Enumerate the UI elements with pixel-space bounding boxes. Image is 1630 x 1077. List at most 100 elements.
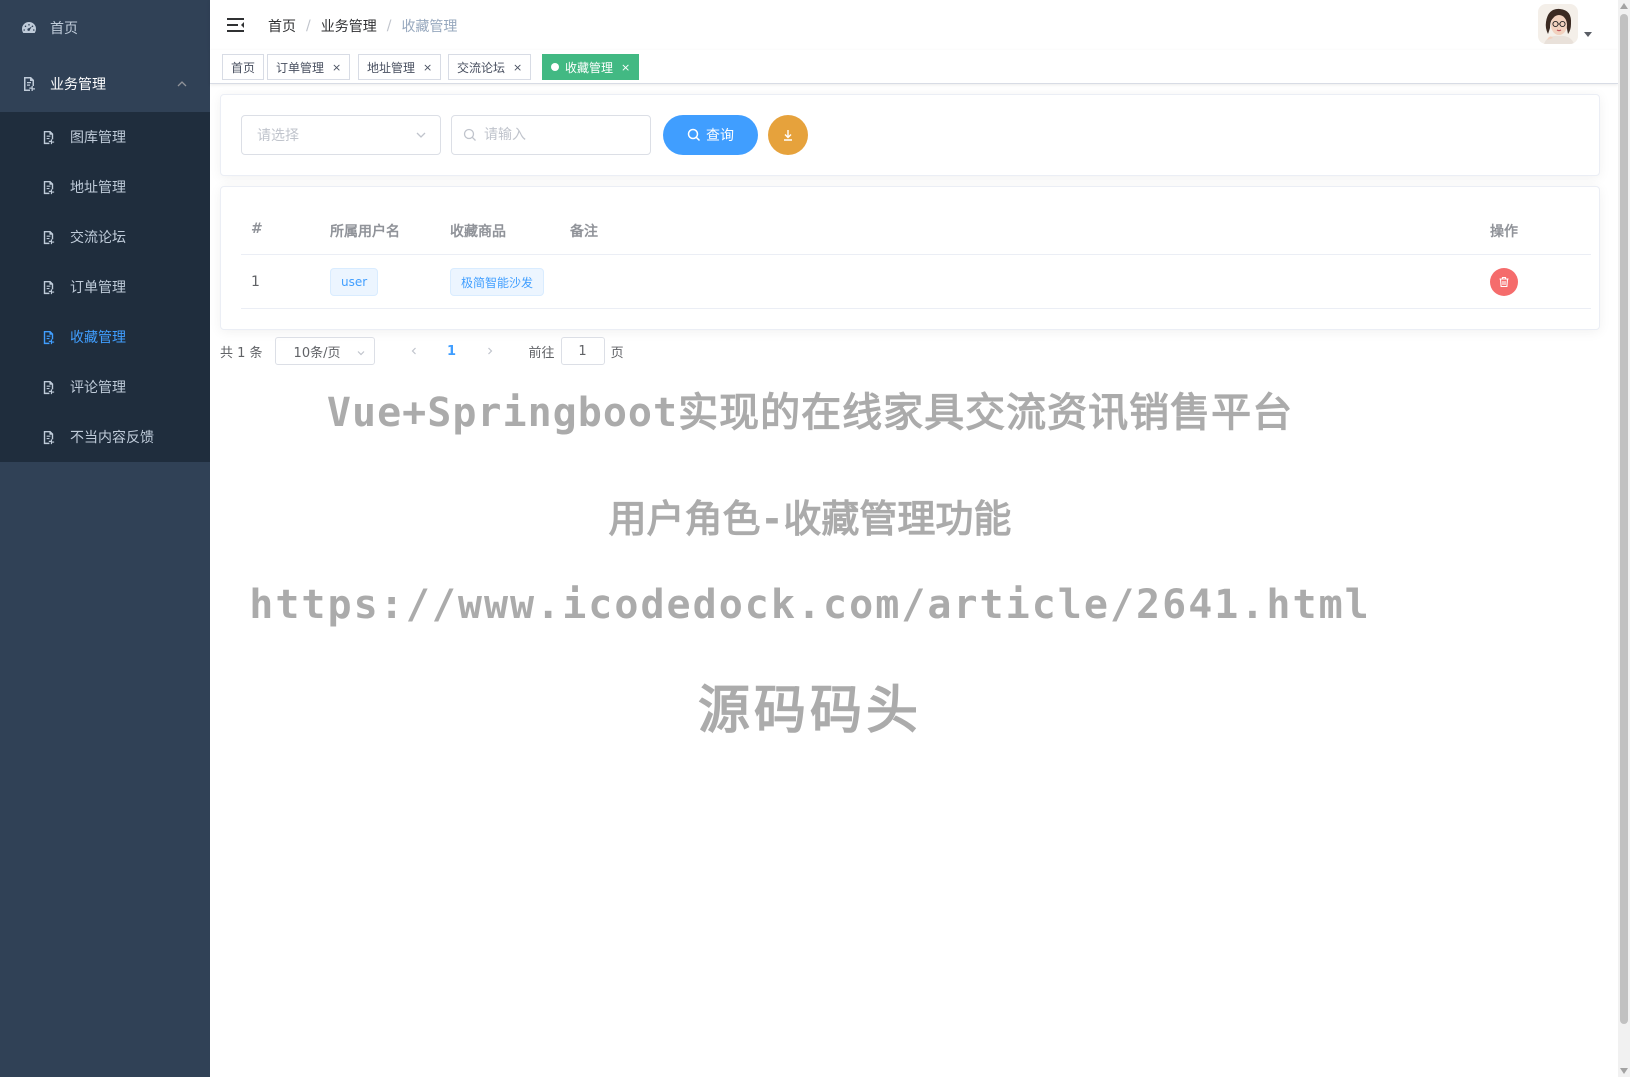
tag-address[interactable]: 地址管理 ×	[358, 54, 442, 80]
sidebar-item-label: 不当内容反馈	[70, 430, 154, 446]
search-input[interactable]	[451, 115, 651, 155]
watermark-brand: 源码码头	[697, 681, 922, 741]
tags-view: 首页 订单管理 × 地址管理 × 交流论坛 × 收藏管理 ×	[210, 50, 1618, 84]
sidebar-item-comments[interactable]: 评论管理	[0, 362, 210, 412]
tag-forum[interactable]: 交流论坛 ×	[448, 54, 532, 80]
chevron-right-icon	[487, 347, 492, 355]
sidebar-item-label: 地址管理	[70, 180, 126, 196]
document-icon	[40, 179, 56, 195]
chevron-down-icon	[356, 347, 366, 362]
tag-favorites[interactable]: 收藏管理 ×	[542, 54, 640, 80]
download-button[interactable]	[768, 115, 808, 155]
goto-page-input[interactable]	[560, 337, 605, 365]
breadcrumb-home[interactable]: 首页	[268, 16, 296, 36]
download-icon	[784, 130, 792, 141]
tag-label: 交流论坛	[457, 60, 506, 75]
chevron-down-icon	[414, 128, 428, 146]
prev-page-button[interactable]	[399, 337, 429, 365]
navbar: 首页 / 业务管理 / 收藏管理	[210, 0, 1618, 50]
sidebar-item-label: 交流论坛	[70, 230, 126, 246]
sidebar-item-favorites[interactable]: 收藏管理	[0, 312, 210, 362]
sidebar-item-label: 图库管理	[70, 130, 126, 146]
active-dot-icon	[551, 63, 559, 71]
pagination: 共 1 条 10条/页 1 前往 页	[220, 336, 624, 366]
dashboard-icon	[20, 19, 38, 37]
next-page-button[interactable]	[475, 337, 505, 365]
close-icon[interactable]: ×	[332, 61, 341, 74]
tag-label: 地址管理	[367, 60, 416, 75]
chevron-left-icon	[411, 347, 416, 355]
search-icon	[463, 128, 477, 142]
submenu-business: 图库管理 地址管理 交流论坛 订单管理 收藏管理 评论管理 不当内容反馈	[0, 112, 210, 462]
query-button[interactable]: 查询	[663, 115, 758, 155]
sidebar-item-feedback[interactable]: 不当内容反馈	[0, 412, 210, 462]
username-tag: user	[330, 268, 379, 296]
scroll-thumb[interactable]	[1620, 14, 1628, 1024]
select-placeholder: 请选择	[257, 128, 299, 144]
goto-prefix: 前往	[528, 345, 555, 361]
table-card: # 所属用户名 收藏商品 备注 操作 1 user 极简智能沙发	[220, 186, 1600, 330]
sidebar-group-label: 业务管理	[50, 77, 106, 93]
column-header-index: #	[251, 221, 263, 237]
watermark-url: https://www.icodedock.com/article/2641.h…	[249, 582, 1371, 628]
column-header-actions: 操作	[1490, 224, 1518, 240]
sidebar-item-label: 收藏管理	[70, 330, 126, 346]
sidebar-group-business[interactable]: 业务管理	[0, 56, 210, 112]
sidebar-item-label: 订单管理	[70, 280, 126, 296]
query-label: 查询	[706, 128, 734, 144]
breadcrumb-separator: /	[306, 18, 311, 34]
sidebar-item-label: 首页	[50, 21, 78, 37]
scrollbar[interactable]	[1618, 0, 1630, 1077]
tag-orders[interactable]: 订单管理 ×	[267, 54, 351, 80]
page-size-select[interactable]: 10条/页	[274, 337, 375, 365]
scroll-up-icon[interactable]	[1620, 3, 1628, 9]
scroll-down-icon[interactable]	[1620, 1068, 1628, 1074]
goto-suffix: 页	[610, 345, 624, 361]
header-divider	[241, 254, 1591, 255]
sidebar-item-orders[interactable]: 订单管理	[0, 262, 210, 312]
sidebar: 首页 业务管理 图库管理 地址管理 交流论坛 订单管理 收藏管理 评论管理 不当…	[0, 0, 210, 1077]
page-jumper: 前往 页	[529, 337, 624, 365]
breadcrumb-separator: /	[386, 18, 392, 34]
page-size-value: 10条/页	[293, 345, 341, 361]
product-tag: 极简智能沙发	[450, 268, 545, 296]
sidebar-item-home[interactable]: 首页	[0, 0, 210, 56]
user-select[interactable]: 请选择	[241, 115, 441, 155]
caret-down-icon[interactable]	[1584, 32, 1592, 37]
breadcrumb: 首页 / 业务管理 / 收藏管理	[268, 16, 457, 36]
breadcrumb-business[interactable]: 业务管理	[321, 16, 377, 36]
tag-label: 首页	[231, 60, 256, 75]
sidebar-item-forum[interactable]: 交流论坛	[0, 212, 210, 262]
column-header-remark: 备注	[570, 224, 598, 240]
tag-label: 订单管理	[276, 60, 325, 75]
delete-button[interactable]	[1490, 268, 1518, 296]
avatar[interactable]	[1538, 4, 1578, 44]
cell-index: 1	[251, 274, 260, 290]
tag-label: 收藏管理	[565, 60, 614, 75]
sidebar-item-label: 评论管理	[70, 380, 126, 396]
document-icon	[40, 379, 56, 395]
chevron-up-icon	[176, 78, 188, 94]
tag-home[interactable]: 首页	[222, 54, 265, 80]
trash-icon	[1499, 276, 1509, 288]
close-icon[interactable]: ×	[621, 61, 630, 74]
column-header-username: 所属用户名	[330, 224, 400, 240]
filter-card: 请选择 查询	[220, 94, 1600, 176]
row-divider	[241, 308, 1591, 309]
document-icon	[20, 75, 38, 93]
close-icon[interactable]: ×	[513, 61, 522, 74]
hamburger-icon[interactable]	[226, 15, 246, 35]
sidebar-item-address[interactable]: 地址管理	[0, 162, 210, 212]
document-icon	[40, 129, 56, 145]
breadcrumb-current: 收藏管理	[401, 19, 458, 35]
sidebar-item-gallery[interactable]: 图库管理	[0, 112, 210, 162]
document-icon	[40, 229, 56, 245]
page-number[interactable]: 1	[437, 337, 467, 365]
document-icon	[40, 329, 56, 345]
watermark-subtitle: 用户角色-收藏管理功能	[608, 497, 1012, 541]
document-icon	[40, 279, 56, 295]
watermark-title: Vue+Springboot实现的在线家具交流资讯销售平台	[326, 390, 1294, 436]
column-header-product: 收藏商品	[450, 224, 506, 240]
close-icon[interactable]: ×	[423, 61, 432, 74]
pagination-total: 共 1 条	[220, 345, 263, 361]
